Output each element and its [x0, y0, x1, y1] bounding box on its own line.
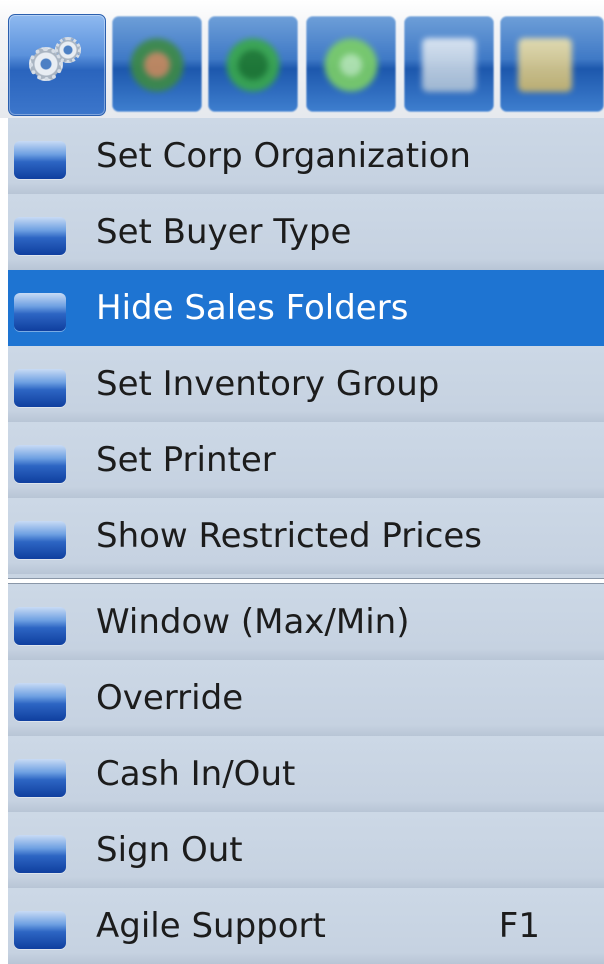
menu-item-label: Hide Sales Folders — [96, 288, 409, 328]
bullet-icon — [14, 607, 66, 645]
menu-item-label: Window (Max/Min) — [96, 602, 410, 642]
bullet-icon — [14, 835, 66, 873]
menu-item-hide-sales-folders[interactable]: Hide Sales Folders — [8, 270, 604, 346]
menu-item-set-corp-organization[interactable]: Set Corp Organization — [8, 118, 604, 194]
menu-item-label: Agile Support — [96, 906, 326, 946]
menu-item-set-printer[interactable]: Set Printer — [8, 422, 604, 498]
bullet-icon — [14, 911, 66, 949]
bullet-icon — [14, 141, 66, 179]
toolbar-button-2[interactable] — [112, 16, 202, 112]
bullet-icon — [14, 293, 66, 331]
menu-item-label: Sign Out — [96, 830, 243, 870]
menu-item-window-max-min[interactable]: Window (Max/Min) — [8, 584, 604, 660]
bullet-icon — [14, 759, 66, 797]
lime-circle-icon — [324, 38, 378, 92]
menu-item-set-inventory-group[interactable]: Set Inventory Group — [8, 346, 604, 422]
menu-item-label: Show Restricted Prices — [96, 516, 483, 556]
toolbar-button-3[interactable] — [208, 16, 298, 112]
gear-small-icon — [55, 37, 81, 63]
menu-item-shortcut: F1 — [498, 906, 540, 946]
toolbar-button-6[interactable] — [500, 16, 604, 112]
menu-item-label: Set Printer — [96, 440, 276, 480]
bullet-icon — [14, 217, 66, 255]
menu-item-label: Cash In/Out — [96, 754, 296, 794]
menu-item-sign-out[interactable]: Sign Out — [8, 812, 604, 888]
settings-button[interactable] — [8, 14, 106, 116]
menu-item-label: Set Inventory Group — [96, 364, 440, 404]
menu-item-label: Set Buyer Type — [96, 212, 352, 252]
green-circle-icon — [226, 38, 280, 92]
menu-item-agile-support[interactable]: Agile Support F1 — [8, 888, 604, 964]
bullet-icon — [14, 521, 66, 559]
card-icon — [422, 38, 476, 92]
folder-icon — [518, 38, 572, 92]
dropdown-menu: Set Corp Organization Set Buyer Type Hid… — [8, 118, 604, 964]
bullet-icon — [14, 445, 66, 483]
toolbar-button-4[interactable] — [306, 16, 396, 112]
bullet-icon — [14, 683, 66, 721]
bullet-icon — [14, 369, 66, 407]
menu-item-label: Set Corp Organization — [96, 136, 471, 176]
toolbar-button-5[interactable] — [404, 16, 494, 112]
menu-item-set-buyer-type[interactable]: Set Buyer Type — [8, 194, 604, 270]
menu-item-override[interactable]: Override — [8, 660, 604, 736]
menu-item-cash-in-out[interactable]: Cash In/Out — [8, 736, 604, 812]
menu-item-show-restricted-prices[interactable]: Show Restricted Prices — [8, 498, 604, 574]
menu-item-label: Override — [96, 678, 244, 718]
toolbar — [0, 0, 604, 118]
user-group-icon — [130, 38, 184, 92]
